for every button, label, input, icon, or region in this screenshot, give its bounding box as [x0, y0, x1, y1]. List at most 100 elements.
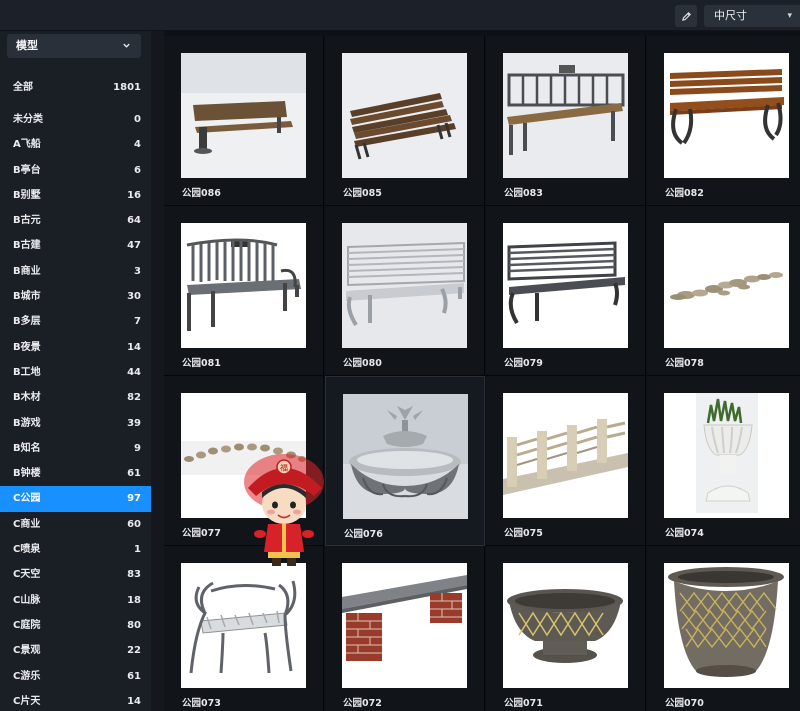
- model-card[interactable]: 公园082: [647, 36, 800, 206]
- model-card[interactable]: 公园083: [486, 36, 646, 206]
- park-bench-silver-bars-image: [342, 223, 467, 348]
- sidebar-category-item[interactable]: C山脉 18: [0, 588, 151, 613]
- category-count: 6: [134, 164, 141, 176]
- model-card[interactable]: 公园085: [325, 36, 485, 206]
- model-thumbnail[interactable]: [342, 223, 467, 348]
- sidebar-category-item[interactable]: B工地 44: [0, 360, 151, 385]
- chinese-doll-mascot-icon[interactable]: 福: [238, 452, 330, 570]
- sidebar-category-item[interactable]: B夜景 14: [0, 335, 151, 360]
- model-thumbnail[interactable]: [503, 223, 628, 348]
- category-label: B别墅: [13, 189, 41, 201]
- model-card[interactable]: 公园075: [486, 376, 646, 546]
- category-count: 14: [127, 695, 141, 707]
- model-thumbnail[interactable]: [181, 53, 306, 178]
- chevron-down-icon: ▾: [787, 11, 792, 21]
- model-thumbnail[interactable]: [664, 223, 789, 348]
- model-thumbnail[interactable]: [342, 53, 467, 178]
- model-thumbnail[interactable]: [664, 53, 789, 178]
- sidebar-category-item[interactable]: B城市 30: [0, 284, 151, 309]
- sidebar-category-item[interactable]: C商业 60: [0, 512, 151, 537]
- model-thumbnail[interactable]: [503, 53, 628, 178]
- sidebar-category-item[interactable]: B亭台 6: [0, 158, 151, 183]
- sidebar-category-item[interactable]: C公园 97: [0, 486, 151, 512]
- size-select-value: 中尺寸: [714, 9, 747, 22]
- model-thumbnail[interactable]: [664, 563, 789, 688]
- category-label: B商业: [13, 265, 41, 277]
- sidebar-category-item[interactable]: B古建 47: [0, 233, 151, 258]
- sidebar-divider: [151, 31, 164, 711]
- sidebar-category-item[interactable]: C喷泉 1: [0, 537, 151, 562]
- model-card[interactable]: 公园081: [164, 206, 324, 376]
- sidebar-category-item[interactable]: C片天 14: [0, 689, 151, 711]
- model-card[interactable]: 公园079: [486, 206, 646, 376]
- model-name: 公园075: [504, 528, 543, 539]
- model-thumbnail[interactable]: [664, 393, 789, 518]
- sidebar-category-item[interactable]: C游乐 61: [0, 664, 151, 689]
- category-count: 1801: [113, 82, 141, 93]
- category-label: C游乐: [13, 670, 41, 682]
- category-label: B城市: [13, 291, 41, 303]
- category-label: C景观: [13, 645, 41, 657]
- sidebar-category-item[interactable]: B游戏 39: [0, 411, 151, 436]
- category-label: B古元: [13, 215, 41, 227]
- model-thumbnail[interactable]: [181, 563, 306, 688]
- category-count: 18: [127, 594, 141, 606]
- category-count: 30: [127, 291, 141, 303]
- pencil-icon: [681, 11, 691, 21]
- category-sidebar: 模型 全部 1801 未分类 0 A飞船 4 B亭台 6 B别墅 16 B古元 64 B古建 47 B商业 3…: [0, 31, 151, 711]
- sidebar-category-item[interactable]: C景观 22: [0, 638, 151, 663]
- category-count: 44: [127, 366, 141, 378]
- sidebar-category-item[interactable]: B知名 9: [0, 436, 151, 461]
- category-label: B古建: [13, 240, 41, 252]
- sidebar-category-item[interactable]: C天空 83: [0, 562, 151, 587]
- category-label: C山脉: [13, 594, 41, 606]
- model-card[interactable]: 公园078: [647, 206, 800, 376]
- model-thumbnail[interactable]: [503, 563, 628, 688]
- model-thumbnail[interactable]: [503, 393, 628, 518]
- sidebar-category-item[interactable]: A飞船 4: [0, 132, 151, 157]
- model-card[interactable]: 公园086: [164, 36, 324, 206]
- model-card[interactable]: 公园080: [325, 206, 485, 376]
- model-card[interactable]: 公园071: [486, 546, 646, 711]
- top-toolbar: 中尺寸 ▾: [0, 0, 800, 31]
- edit-button[interactable]: [675, 5, 697, 27]
- size-select[interactable]: 中尺寸 ▾: [704, 5, 800, 27]
- sidebar-category-item[interactable]: B别墅 16: [0, 183, 151, 208]
- sidebar-category-item[interactable]: B多层 7: [0, 309, 151, 334]
- category-count: 4: [134, 139, 141, 151]
- sidebar-category-item[interactable]: 全部 1801: [0, 75, 151, 107]
- model-thumbnail[interactable]: [181, 223, 306, 348]
- category-count: 80: [127, 619, 141, 631]
- model-thumbnail[interactable]: [343, 394, 468, 519]
- model-name: 公园072: [343, 698, 382, 709]
- model-name: 公园071: [504, 698, 543, 709]
- model-card[interactable]: 公园073: [164, 546, 324, 711]
- model-card[interactable]: 公园076: [325, 376, 485, 546]
- category-count: 1: [134, 544, 141, 556]
- sidebar-category-item[interactable]: B木材 82: [0, 385, 151, 410]
- sidebar-category-item[interactable]: B钟楼 61: [0, 461, 151, 486]
- type-select[interactable]: 模型: [7, 34, 141, 58]
- model-card[interactable]: 公园070: [647, 546, 800, 711]
- model-name: 公园077: [182, 528, 221, 539]
- model-grid: 公园086 公园085 公园083 公园082 公园081 公园080 公园079 公园078…: [164, 36, 800, 711]
- category-count: 3: [134, 265, 141, 277]
- sidebar-category-item[interactable]: B商业 3: [0, 259, 151, 284]
- sidebar-category-item[interactable]: 未分类 0: [0, 107, 151, 132]
- model-name: 公园078: [665, 358, 704, 369]
- stepping-stones-path-image: [664, 223, 789, 348]
- model-card[interactable]: 公园072: [325, 546, 485, 711]
- category-label: B钟楼: [13, 468, 41, 480]
- sidebar-category-item[interactable]: B古元 64: [0, 208, 151, 233]
- category-list: 全部 1801 未分类 0 A飞船 4 B亭台 6 B别墅 16 B古元 64 B古建 47 B商业 3 B城市…: [0, 75, 151, 711]
- svg-text:福: 福: [280, 464, 288, 473]
- model-name: 公园080: [343, 358, 382, 369]
- category-count: 97: [127, 493, 141, 505]
- model-card[interactable]: 公园074: [647, 376, 800, 546]
- model-name: 公园076: [344, 529, 383, 540]
- category-count: 0: [134, 114, 141, 125]
- branch-bench-image: [181, 563, 306, 688]
- sidebar-category-item[interactable]: C庭院 80: [0, 613, 151, 638]
- model-thumbnail[interactable]: [342, 563, 467, 688]
- category-label: C喷泉: [13, 544, 41, 556]
